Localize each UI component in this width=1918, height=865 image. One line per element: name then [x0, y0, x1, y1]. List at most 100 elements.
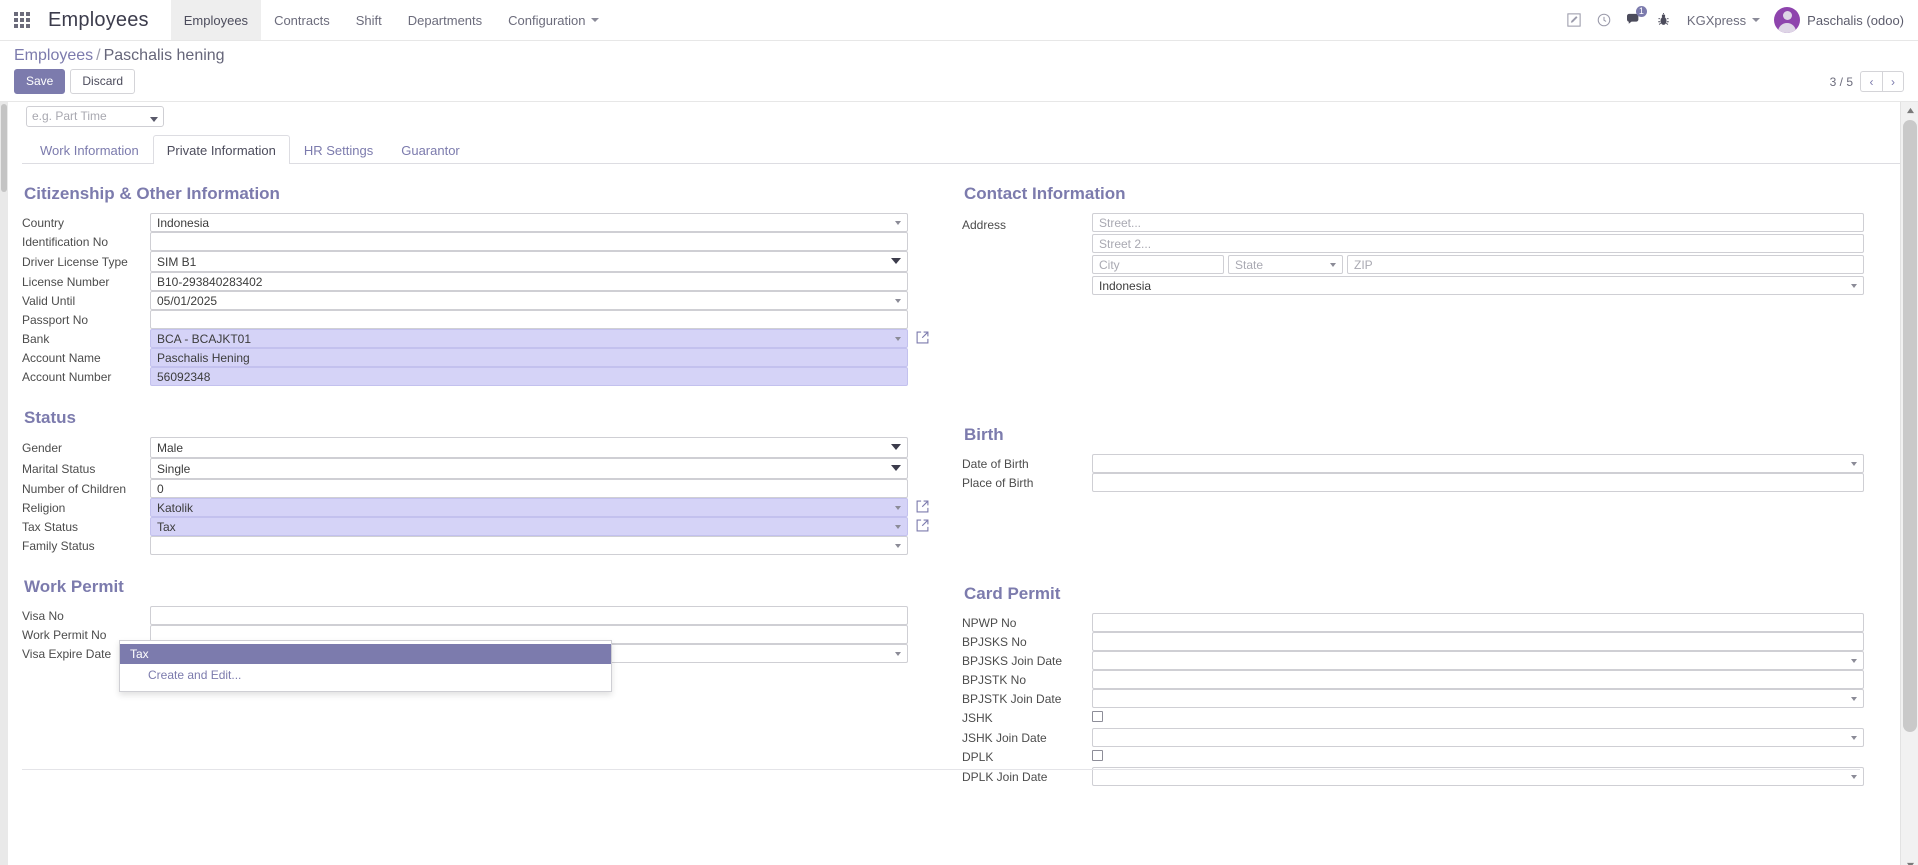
field-row-number-of-children: Number of Children 0 [22, 479, 934, 498]
save-button[interactable]: Save [14, 69, 66, 94]
autocomplete-option-tax[interactable]: Tax [120, 644, 611, 664]
field-label: Passport No [22, 312, 89, 327]
field-row-valid-until: Valid Until 05/01/2025 [22, 291, 934, 310]
bpjstk-join-date-input[interactable] [1092, 689, 1864, 708]
vertical-scrollbar-thumb[interactable] [1903, 120, 1917, 732]
city-input[interactable]: City [1092, 255, 1224, 274]
street2-input[interactable]: Street 2... [1092, 234, 1864, 253]
pager-previous-button[interactable]: ‹ [1860, 71, 1882, 92]
field-row-place-of-birth: Place of Birth [962, 473, 1864, 492]
valid-until-input[interactable]: 05/01/2025 [150, 291, 908, 310]
field-row-country: Country Indonesia [22, 213, 934, 232]
user-menu[interactable]: Paschalis (odoo) [1768, 7, 1904, 33]
number-of-children-input[interactable]: 0 [150, 479, 908, 498]
identification-no-input[interactable] [150, 232, 908, 251]
bpjsks-join-date-input[interactable] [1092, 651, 1864, 670]
tab-private-information[interactable]: Private Information [152, 135, 290, 164]
messages-icon[interactable]: 1 [1619, 0, 1649, 41]
account-name-input[interactable]: Paschalis Hening [150, 348, 908, 367]
bank-input[interactable]: BCA - BCAJKT01 [150, 329, 908, 348]
street-input[interactable]: Street... [1092, 213, 1864, 232]
menu-item-contracts[interactable]: Contracts [261, 0, 343, 40]
breadcrumb-link-employees[interactable]: Employees [14, 47, 93, 64]
visa-no-input[interactable] [150, 606, 908, 625]
edit-icon[interactable] [1559, 0, 1589, 41]
place-of-birth-input[interactable] [1092, 473, 1864, 492]
chevron-down-icon [1752, 18, 1761, 22]
menu-item-configuration[interactable]: Configuration [495, 0, 612, 40]
bug-icon[interactable] [1649, 0, 1679, 41]
driver-license-type-select[interactable]: SIM B1 [150, 251, 908, 272]
field-label: JSHK [962, 711, 993, 725]
ext-cell-empty [908, 232, 934, 251]
avatar [1774, 7, 1801, 33]
date-of-birth-input[interactable] [1092, 454, 1864, 473]
address-country-select[interactable]: Indonesia [1092, 276, 1864, 295]
scroll-up-button[interactable] [1901, 102, 1918, 119]
jshk-join-date-input[interactable] [1092, 728, 1864, 747]
dplk-checkbox[interactable] [1092, 750, 1103, 761]
scroll-down-button[interactable] [1901, 857, 1918, 865]
family-status-input[interactable] [150, 536, 908, 555]
vertical-scrollbar[interactable] [1900, 102, 1918, 865]
left-edge-scrollbar-thumb[interactable] [1, 104, 7, 192]
field-label: BPJSTK Join Date [962, 691, 1062, 706]
field-label: JSHK Join Date [962, 730, 1047, 745]
control-panel: Employees / Paschalis hening Save Discard … [0, 41, 1918, 102]
bank-external-link-icon[interactable] [916, 331, 929, 347]
account-number-input[interactable]: 56092348 [150, 367, 908, 386]
group-title-contact-information: Contact Information [964, 184, 1126, 203]
field-label: Place of Birth [962, 475, 1034, 490]
state-select[interactable]: State [1228, 255, 1343, 274]
content-area: e.g. Part Time Work Information Private … [0, 102, 1918, 865]
field-row-bpjsks-no: BPJSKS No [962, 632, 1864, 651]
field-row-gender: Gender Male [22, 437, 934, 458]
tab-label: Guarantor [401, 143, 460, 158]
ext-cell-empty [908, 606, 934, 625]
job-title-input[interactable]: e.g. Part Time [26, 106, 164, 127]
group-title-card-permit: Card Permit [964, 584, 1061, 603]
menu-item-departments[interactable]: Departments [395, 0, 495, 40]
field-label: Account Name [22, 350, 101, 365]
sheet-bottom-divider [22, 769, 1860, 770]
pager-next-button[interactable]: › [1882, 71, 1904, 92]
bpjsks-no-input[interactable] [1092, 632, 1864, 651]
jshk-checkbox[interactable] [1092, 711, 1103, 722]
license-number-input[interactable]: B10-293840283402 [150, 272, 908, 291]
bpjstk-no-input[interactable] [1092, 670, 1864, 689]
tab-work-information[interactable]: Work Information [26, 135, 153, 164]
app-brand-title: Employees [48, 8, 149, 31]
group-title-citizenship: Citizenship & Other Information [24, 184, 280, 203]
marital-status-select[interactable]: Single [150, 458, 908, 479]
ext-cell-empty [908, 644, 934, 663]
tax-status-input[interactable]: Tax [150, 517, 908, 536]
religion-input[interactable]: Katolik [150, 498, 908, 517]
country-input[interactable]: Indonesia [150, 213, 908, 232]
menu-item-shift[interactable]: Shift [343, 0, 395, 40]
field-row-account-number: Account Number 56092348 [22, 367, 934, 386]
gender-select[interactable]: Male [150, 437, 908, 458]
clock-icon[interactable] [1589, 0, 1619, 41]
left-edge-scrollbar[interactable] [0, 102, 8, 865]
zip-input[interactable]: ZIP [1347, 255, 1864, 274]
user-name-label: Paschalis (odoo) [1807, 12, 1904, 28]
field-label: Family Status [22, 538, 95, 553]
discard-button[interactable]: Discard [70, 69, 136, 94]
field-label: Valid Until [22, 293, 76, 308]
tax-status-external-link-icon[interactable] [916, 519, 929, 535]
tab-hr-settings[interactable]: HR Settings [290, 135, 387, 164]
address-widget: Street... Street 2... City State ZIP Ind… [1092, 213, 1864, 295]
database-selector[interactable]: KGXpress [1679, 13, 1768, 28]
tab-guarantor[interactable]: Guarantor [387, 135, 474, 164]
field-label: Visa No [22, 608, 64, 623]
passport-no-input[interactable] [150, 310, 908, 329]
autocomplete-create-and-edit[interactable]: Create and Edit... [120, 664, 611, 685]
npwp-no-input[interactable] [1092, 613, 1864, 632]
card-permit-fields: NPWP No BPJSKS No BPJSKS Join Date BPJST… [962, 613, 1864, 786]
apps-menu-button[interactable] [0, 0, 44, 40]
ext-cell-empty [908, 367, 934, 386]
form-columns: Citizenship & Other Information Country … [0, 164, 1900, 786]
religion-external-link-icon[interactable] [916, 500, 929, 516]
menu-item-employees[interactable]: Employees [170, 0, 262, 40]
status-fields: Gender Male Marital Status Single Number… [22, 437, 934, 555]
